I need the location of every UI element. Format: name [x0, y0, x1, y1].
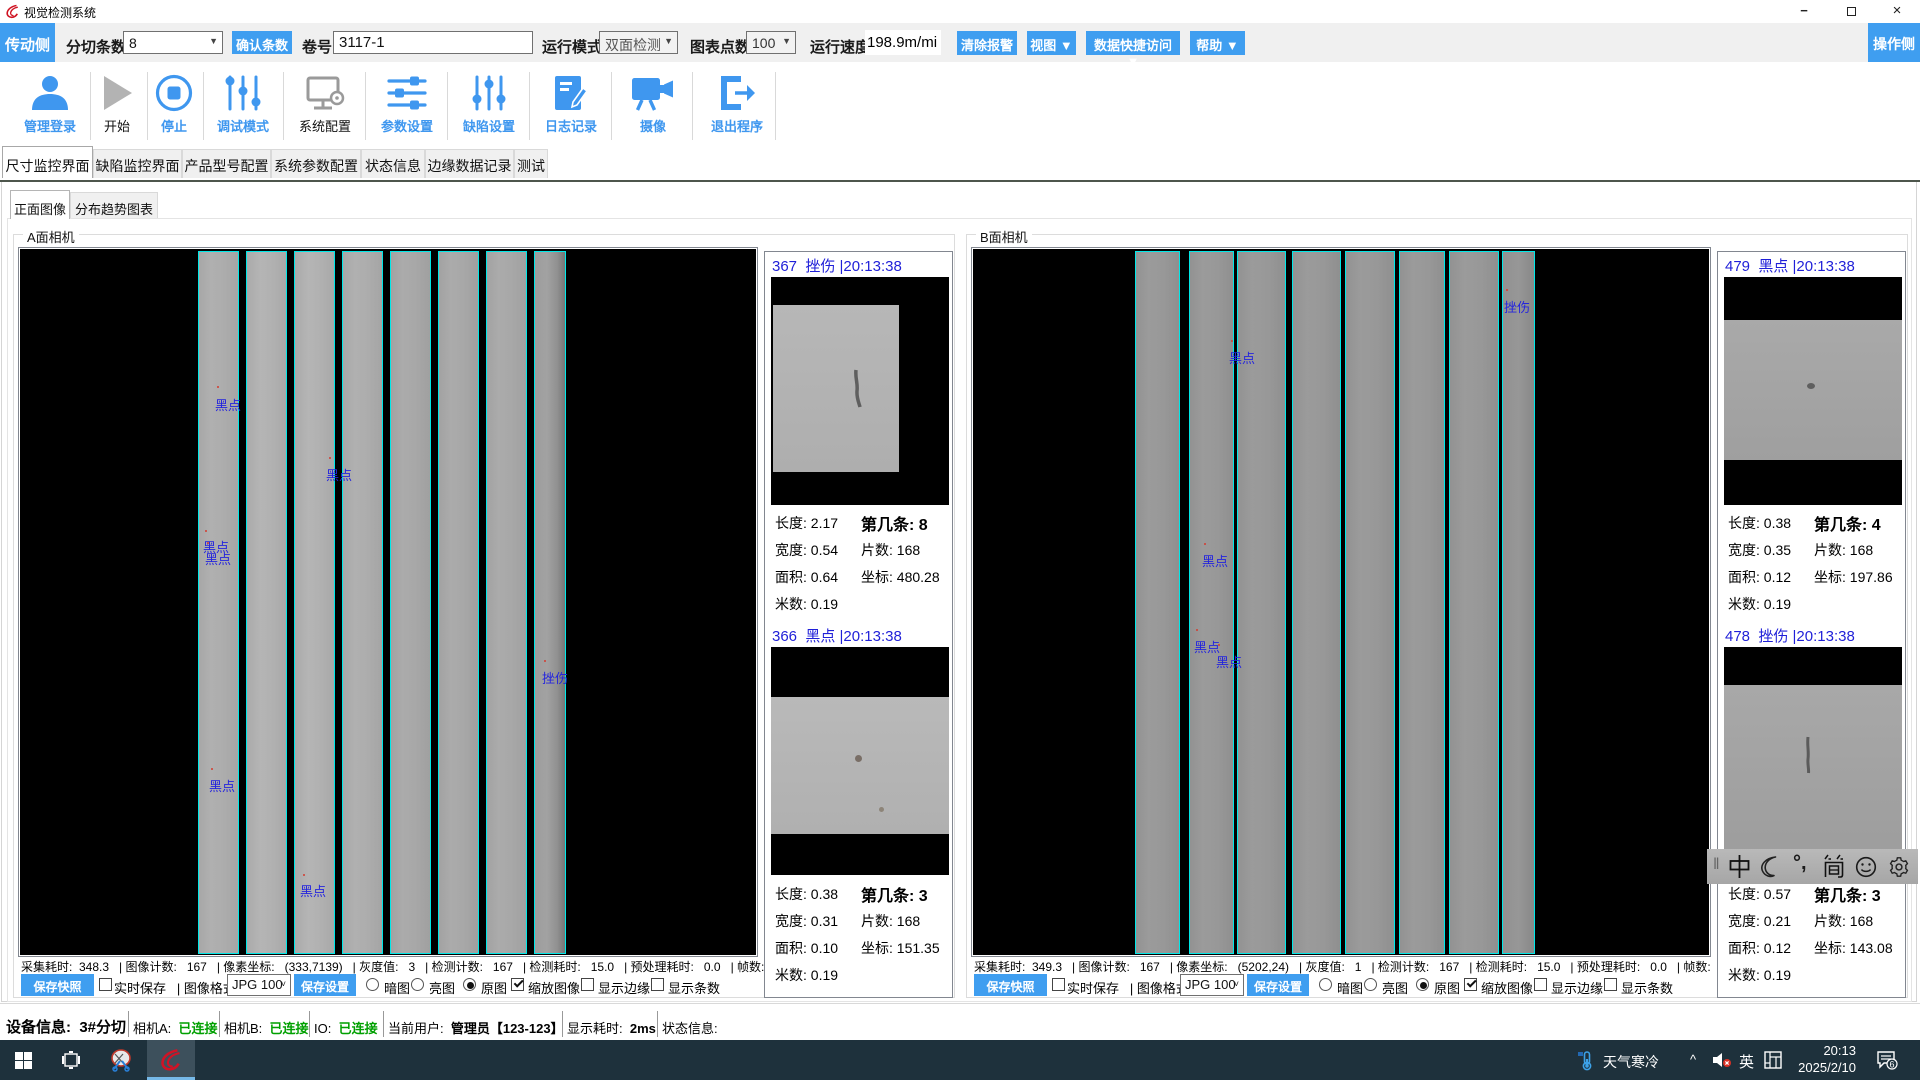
svg-text:6: 6 — [1889, 1060, 1894, 1070]
